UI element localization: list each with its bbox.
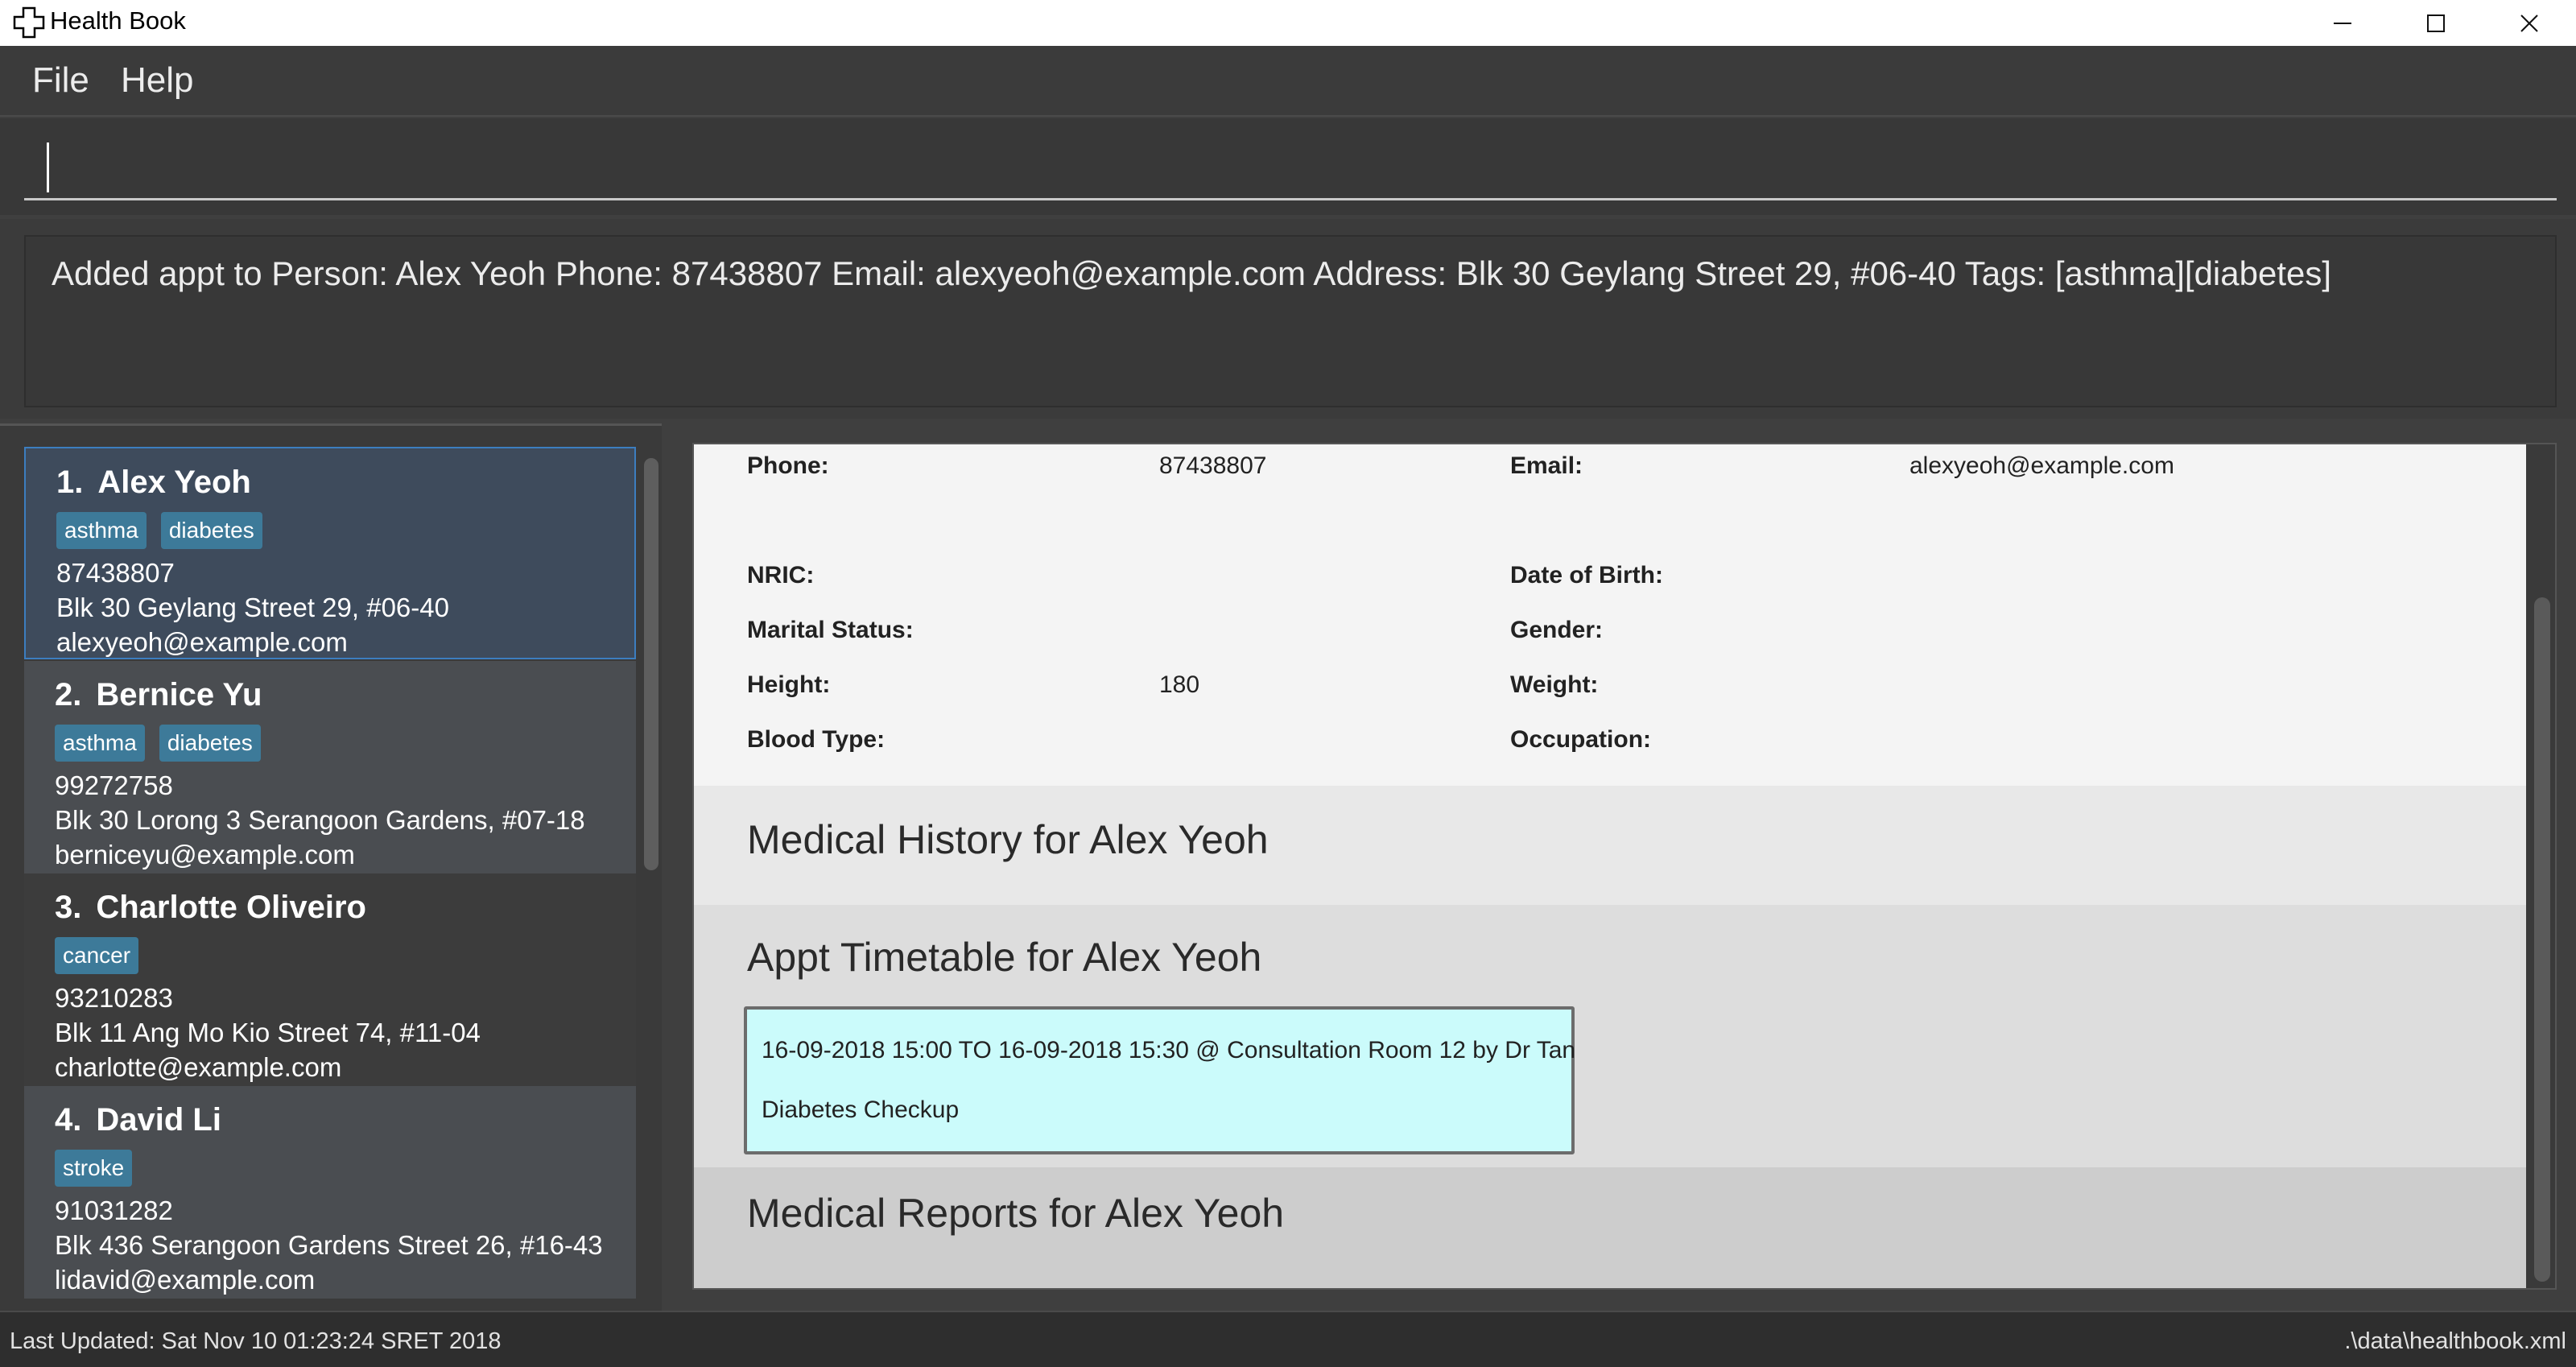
weight-label: Weight:: [1510, 671, 1599, 698]
person-index: 4.: [55, 1102, 82, 1138]
personal-info-section: Phone: 87438807 Email: alexyeoh@example.…: [694, 444, 2526, 786]
person-address: Blk 30 Lorong 3 Serangoon Gardens, #07-1…: [55, 805, 585, 835]
person-card[interactable]: 2. Bernice Yu asthma diabetes 99272758 Bl…: [24, 661, 636, 873]
tag: diabetes: [159, 725, 261, 762]
maximize-icon: [2427, 14, 2445, 32]
person-email: alexyeoh@example.com: [56, 627, 348, 657]
cross-icon: [13, 6, 45, 39]
gender-label: Gender:: [1510, 617, 1604, 643]
person-email: lidavid@example.com: [55, 1265, 316, 1295]
appointment-card[interactable]: 16-09-2018 15:00 TO 16-09-2018 15:30 @ C…: [744, 1006, 1575, 1154]
person-email: berniceyu@example.com: [55, 840, 355, 869]
medical-history-title: Medical History for Alex Yeoh: [747, 817, 1269, 862]
appt-timetable-section: Appt Timetable for Alex Yeoh 16-09-2018 …: [694, 905, 2526, 1167]
close-icon: [2520, 14, 2538, 32]
person-index: 3.: [55, 890, 82, 925]
person-list-panel: 1. Alex Yeoh asthma diabetes 87438807 Blk…: [0, 423, 662, 1311]
person-card[interactable]: 1. Alex Yeoh asthma diabetes 87438807 Blk…: [24, 447, 636, 659]
window-title: Health Book: [50, 6, 186, 35]
minimize-icon: [2334, 22, 2351, 24]
person-phone: 87438807: [56, 558, 175, 588]
last-updated-status: Last Updated: Sat Nov 10 01:23:24 SRET 2…: [10, 1328, 502, 1354]
result-message: Added appt to Person: Alex Yeoh Phone: 8…: [52, 254, 2332, 292]
scroll-thumb[interactable]: [2534, 597, 2550, 1282]
tag: stroke: [55, 1150, 133, 1187]
phone-label: Phone:: [747, 452, 829, 479]
person-name: Charlotte Oliveiro: [96, 890, 366, 925]
person-name-row: 1. Alex Yeoh: [56, 465, 634, 501]
text-caret: [47, 142, 49, 192]
person-card[interactable]: 4. David Li stroke 91031282 Blk 436 Seran…: [24, 1086, 636, 1299]
height-label: Height:: [747, 671, 831, 698]
tag: diabetes: [160, 512, 262, 549]
height-value: 180: [1159, 671, 1200, 698]
marital-status-label: Marital Status:: [747, 617, 914, 643]
email-label: Email:: [1510, 452, 1583, 479]
person-email: charlotte@example.com: [55, 1052, 342, 1082]
medical-reports-section: Medical Reports for Alex Yeoh: [694, 1167, 2526, 1288]
person-name: David Li: [96, 1102, 221, 1138]
scroll-thumb[interactable]: [644, 458, 658, 870]
email-value: alexyeoh@example.com: [1909, 452, 2174, 479]
occupation-label: Occupation:: [1510, 726, 1652, 753]
person-name-row: 3. Charlotte Oliveiro: [55, 890, 636, 926]
nric-label: NRIC:: [747, 562, 815, 589]
person-phone: 91031282: [55, 1196, 173, 1225]
detail-scrollbar[interactable]: [2526, 444, 2555, 1288]
close-button[interactable]: [2483, 0, 2576, 46]
command-input[interactable]: [24, 134, 2557, 200]
person-address: Blk 30 Geylang Street 29, #06-40: [56, 593, 449, 622]
phone-value: 87438807: [1159, 452, 1267, 479]
tag: asthma: [56, 512, 147, 549]
title-bar: Health Book: [0, 0, 2576, 46]
minimize-button[interactable]: [2296, 0, 2389, 46]
person-index: 2.: [55, 677, 82, 712]
person-card[interactable]: 3. Charlotte Oliveiro cancer 93210283 Blk…: [24, 873, 636, 1086]
person-detail-panel: Phone: 87438807 Email: alexyeoh@example.…: [692, 443, 2557, 1290]
person-phone: 93210283: [55, 983, 173, 1013]
maximize-button[interactable]: [2389, 0, 2483, 46]
person-address: Blk 436 Serangoon Gardens Street 26, #16…: [55, 1230, 603, 1260]
blood-type-label: Blood Type:: [747, 726, 886, 753]
person-index: 1.: [56, 465, 84, 500]
save-location-status: .\data\healthbook.xml: [2344, 1328, 2566, 1354]
menu-help[interactable]: Help: [121, 60, 194, 101]
person-name: Alex Yeoh: [97, 465, 251, 500]
person-address: Blk 11 Ang Mo Kio Street 74, #11-04: [55, 1018, 481, 1047]
appointment-description: Diabetes Checkup: [762, 1096, 960, 1123]
tag: cancer: [55, 937, 139, 974]
appointment-time: 16-09-2018 15:00 TO 16-09-2018 15:30 @ C…: [762, 1037, 1576, 1063]
result-display-container: Added appt to Person: Alex Yeoh Phone: 8…: [0, 219, 2576, 419]
person-name-row: 4. David Li: [55, 1102, 636, 1138]
tag: asthma: [55, 725, 145, 762]
person-phone: 99272758: [55, 770, 173, 800]
status-bar: Last Updated: Sat Nov 10 01:23:24 SRET 2…: [0, 1311, 2576, 1367]
tag-list: stroke: [55, 1150, 636, 1188]
person-name-row: 2. Bernice Yu: [55, 677, 636, 713]
tag-list: asthma diabetes: [55, 725, 636, 763]
result-display[interactable]: Added appt to Person: Alex Yeoh Phone: 8…: [24, 235, 2557, 407]
menu-bar: File Help: [0, 46, 2576, 117]
person-list-scrollbar[interactable]: [641, 450, 662, 1294]
menu-file[interactable]: File: [32, 60, 89, 101]
medical-history-section: Medical History for Alex Yeoh: [694, 786, 2526, 905]
medical-reports-title: Medical Reports for Alex Yeoh: [747, 1191, 1285, 1236]
person-name: Bernice Yu: [96, 677, 262, 712]
command-box: [0, 118, 2576, 215]
dob-label: Date of Birth:: [1510, 562, 1663, 589]
appt-timetable-title: Appt Timetable for Alex Yeoh: [747, 935, 1262, 980]
tag-list: cancer: [55, 937, 636, 976]
tag-list: asthma diabetes: [56, 512, 634, 551]
